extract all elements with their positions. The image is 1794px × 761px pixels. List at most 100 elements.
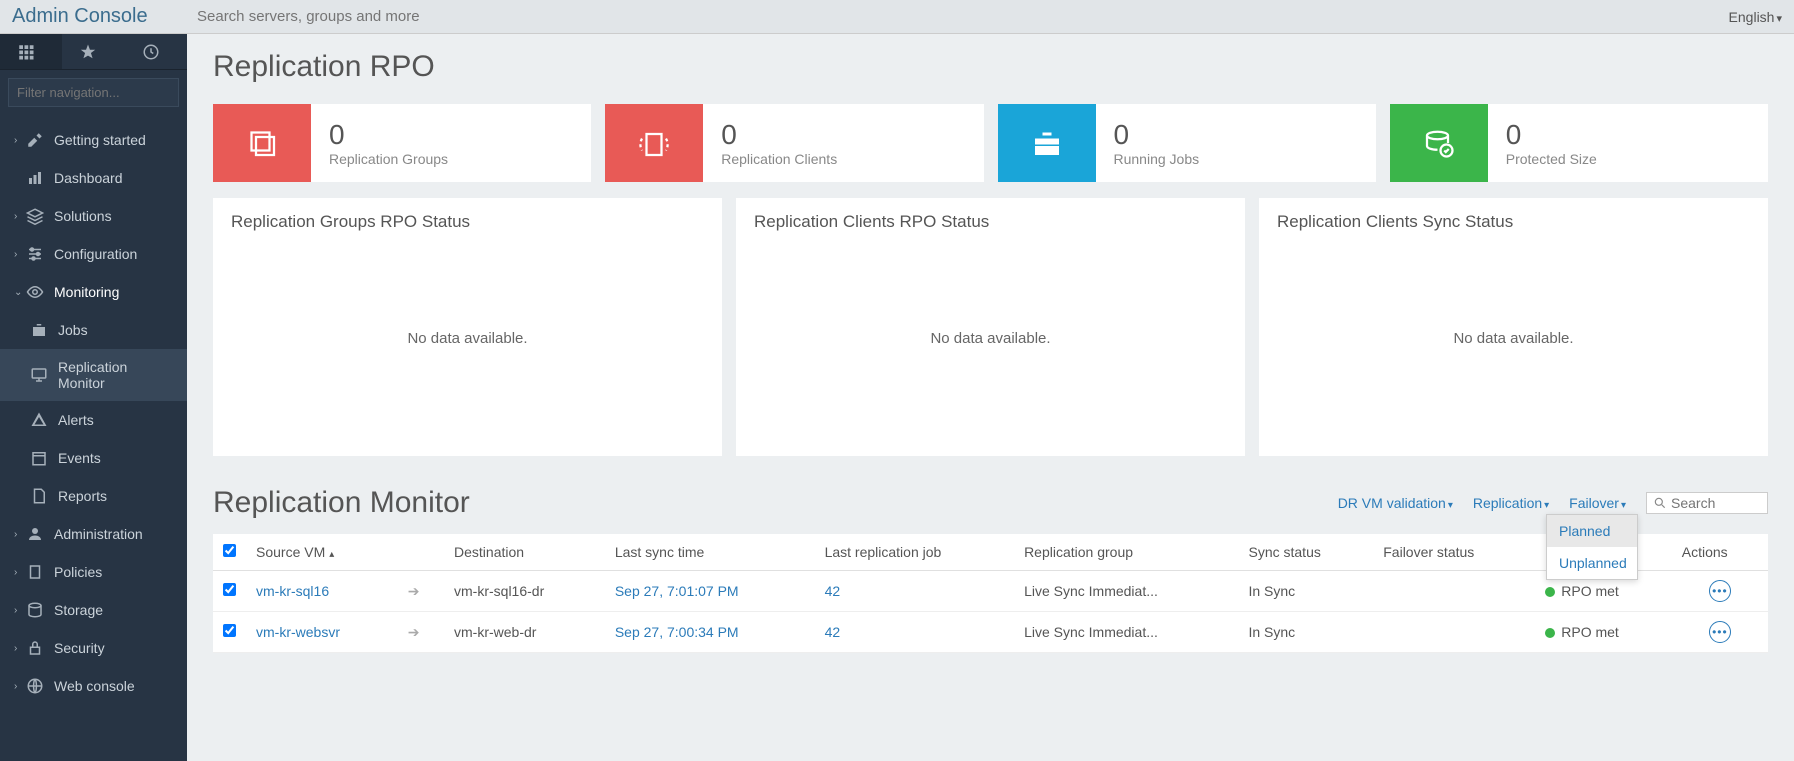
- select-all-header[interactable]: [213, 534, 246, 571]
- table-row[interactable]: vm-kr-websvr ➔ vm-kr-web-dr Sep 27, 7:00…: [213, 612, 1768, 653]
- globe-icon: [26, 677, 44, 695]
- col-failover-status[interactable]: Failover status: [1373, 534, 1535, 571]
- card-protected-size[interactable]: 0Protected Size: [1390, 104, 1768, 182]
- search-icon: [1653, 496, 1667, 510]
- table-row[interactable]: vm-kr-sql16 ➔ vm-kr-sql16-dr Sep 27, 7:0…: [213, 571, 1768, 612]
- nav-label: Events: [58, 450, 101, 466]
- cell-failover-status: [1373, 612, 1535, 653]
- nav-label: Reports: [58, 488, 107, 504]
- nav-reports[interactable]: Reports: [0, 477, 187, 515]
- failover-dropdown[interactable]: Failover: [1569, 495, 1626, 511]
- nav-administration[interactable]: ›Administration: [0, 515, 187, 553]
- failover-unplanned-option[interactable]: Unplanned: [1547, 547, 1637, 579]
- cell-group: Live Sync Immediat...: [1014, 612, 1238, 653]
- nav-label: Getting started: [54, 132, 146, 148]
- arrow-right-icon: ➔: [408, 624, 420, 640]
- nav-label: Alerts: [58, 412, 94, 428]
- nav-jobs[interactable]: Jobs: [0, 311, 187, 349]
- card-replication-clients[interactable]: 0Replication Clients: [605, 104, 983, 182]
- nav-label: Replication Monitor: [58, 359, 175, 391]
- panel-title: Replication Clients RPO Status: [754, 212, 1227, 232]
- nav-label: Security: [54, 640, 105, 656]
- col-last-job[interactable]: Last replication job: [815, 534, 1015, 571]
- col-sync-status[interactable]: Sync status: [1238, 534, 1373, 571]
- nav-dashboard[interactable]: Dashboard: [0, 159, 187, 197]
- failover-menu: Planned Unplanned: [1546, 514, 1638, 580]
- source-vm-link[interactable]: vm-kr-websvr: [256, 624, 340, 640]
- last-job-link[interactable]: 42: [825, 624, 841, 640]
- row-actions-button[interactable]: •••: [1709, 621, 1731, 643]
- nav-alerts[interactable]: Alerts: [0, 401, 187, 439]
- chart-icon: [26, 169, 44, 187]
- row-checkbox[interactable]: [223, 624, 236, 637]
- sidebar-tab-recent[interactable]: [125, 34, 187, 69]
- panel-body: No data available.: [754, 238, 1227, 438]
- nav-label: Web console: [54, 678, 135, 694]
- language-selector[interactable]: English: [1729, 9, 1782, 25]
- table-search[interactable]: [1646, 492, 1768, 514]
- col-actions: Actions: [1672, 534, 1768, 571]
- nav-events[interactable]: Events: [0, 439, 187, 477]
- nav-security[interactable]: › Security: [0, 629, 187, 667]
- nav-policies[interactable]: › Policies: [0, 553, 187, 591]
- col-last-sync[interactable]: Last sync time: [605, 534, 815, 571]
- grid-icon: [17, 43, 35, 61]
- main-content: Replication RPO 0Replication Groups 0Rep…: [187, 34, 1794, 761]
- card-value: 0: [1114, 119, 1200, 151]
- nav-storage[interactable]: ›Storage: [0, 591, 187, 629]
- clients-icon: [605, 104, 703, 182]
- panel-title: Replication Clients Sync Status: [1277, 212, 1750, 232]
- global-search-input[interactable]: [187, 2, 787, 31]
- cell-sync-status: In Sync: [1238, 571, 1373, 612]
- replication-table: Source VM Destination Last sync time Las…: [213, 534, 1768, 653]
- chevron-right-icon: ›: [14, 643, 24, 654]
- cell-failover-status: [1373, 571, 1535, 612]
- dr-vm-validation-dropdown[interactable]: DR VM validation: [1338, 495, 1453, 511]
- sidebar-tab-favorites[interactable]: [62, 34, 124, 69]
- sidebar-tab-navigation[interactable]: [0, 34, 62, 69]
- nav-replication-monitor[interactable]: Replication Monitor: [0, 349, 187, 401]
- clipboard-icon: [26, 563, 44, 581]
- panel-clients-rpo-status: Replication Clients RPO Status No data a…: [736, 198, 1245, 456]
- nav-filter-input[interactable]: [8, 78, 179, 107]
- global-search[interactable]: [187, 2, 787, 31]
- nav-label: Administration: [54, 526, 143, 542]
- section-title: Replication Monitor: [213, 486, 470, 520]
- nav-label: Policies: [54, 564, 102, 580]
- nav-getting-started[interactable]: ›Getting started: [0, 121, 187, 159]
- card-running-jobs[interactable]: 0Running Jobs: [998, 104, 1376, 182]
- nav-monitoring[interactable]: ⌄Monitoring: [0, 273, 187, 311]
- nav-solutions[interactable]: ›Solutions: [0, 197, 187, 235]
- col-replication-group[interactable]: Replication group: [1014, 534, 1238, 571]
- nav-configuration[interactable]: ›Configuration: [0, 235, 187, 273]
- nav-web-console[interactable]: ›Web console: [0, 667, 187, 705]
- nav-label: Storage: [54, 602, 103, 618]
- monitor-icon: [30, 366, 48, 384]
- replication-dropdown[interactable]: Replication: [1473, 495, 1549, 511]
- chevron-right-icon: ›: [14, 567, 24, 578]
- card-value: 0: [721, 119, 837, 151]
- card-value: 0: [1506, 119, 1597, 151]
- table-search-input[interactable]: [1671, 495, 1761, 511]
- col-source-vm[interactable]: Source VM: [246, 534, 444, 571]
- row-actions-button[interactable]: •••: [1709, 580, 1731, 602]
- card-label: Replication Clients: [721, 151, 837, 167]
- last-sync-link[interactable]: Sep 27, 7:01:07 PM: [615, 583, 739, 599]
- panel-body: No data available.: [1277, 238, 1750, 438]
- card-replication-groups[interactable]: 0Replication Groups: [213, 104, 591, 182]
- last-job-link[interactable]: 42: [825, 583, 841, 599]
- brand: Admin Console: [12, 5, 187, 28]
- arrow-right-icon: ➔: [408, 583, 420, 599]
- row-checkbox[interactable]: [223, 583, 236, 596]
- status-dot-icon: [1545, 587, 1555, 597]
- last-sync-link[interactable]: Sep 27, 7:00:34 PM: [615, 624, 739, 640]
- select-all-checkbox[interactable]: [223, 544, 236, 557]
- calendar-icon: [30, 449, 48, 467]
- nav-label: Configuration: [54, 246, 137, 262]
- star-icon: [79, 43, 97, 61]
- source-vm-link[interactable]: vm-kr-sql16: [256, 583, 329, 599]
- col-destination[interactable]: Destination: [444, 534, 605, 571]
- failover-planned-option[interactable]: Planned: [1547, 515, 1637, 547]
- user-icon: [26, 525, 44, 543]
- nav-label: Solutions: [54, 208, 112, 224]
